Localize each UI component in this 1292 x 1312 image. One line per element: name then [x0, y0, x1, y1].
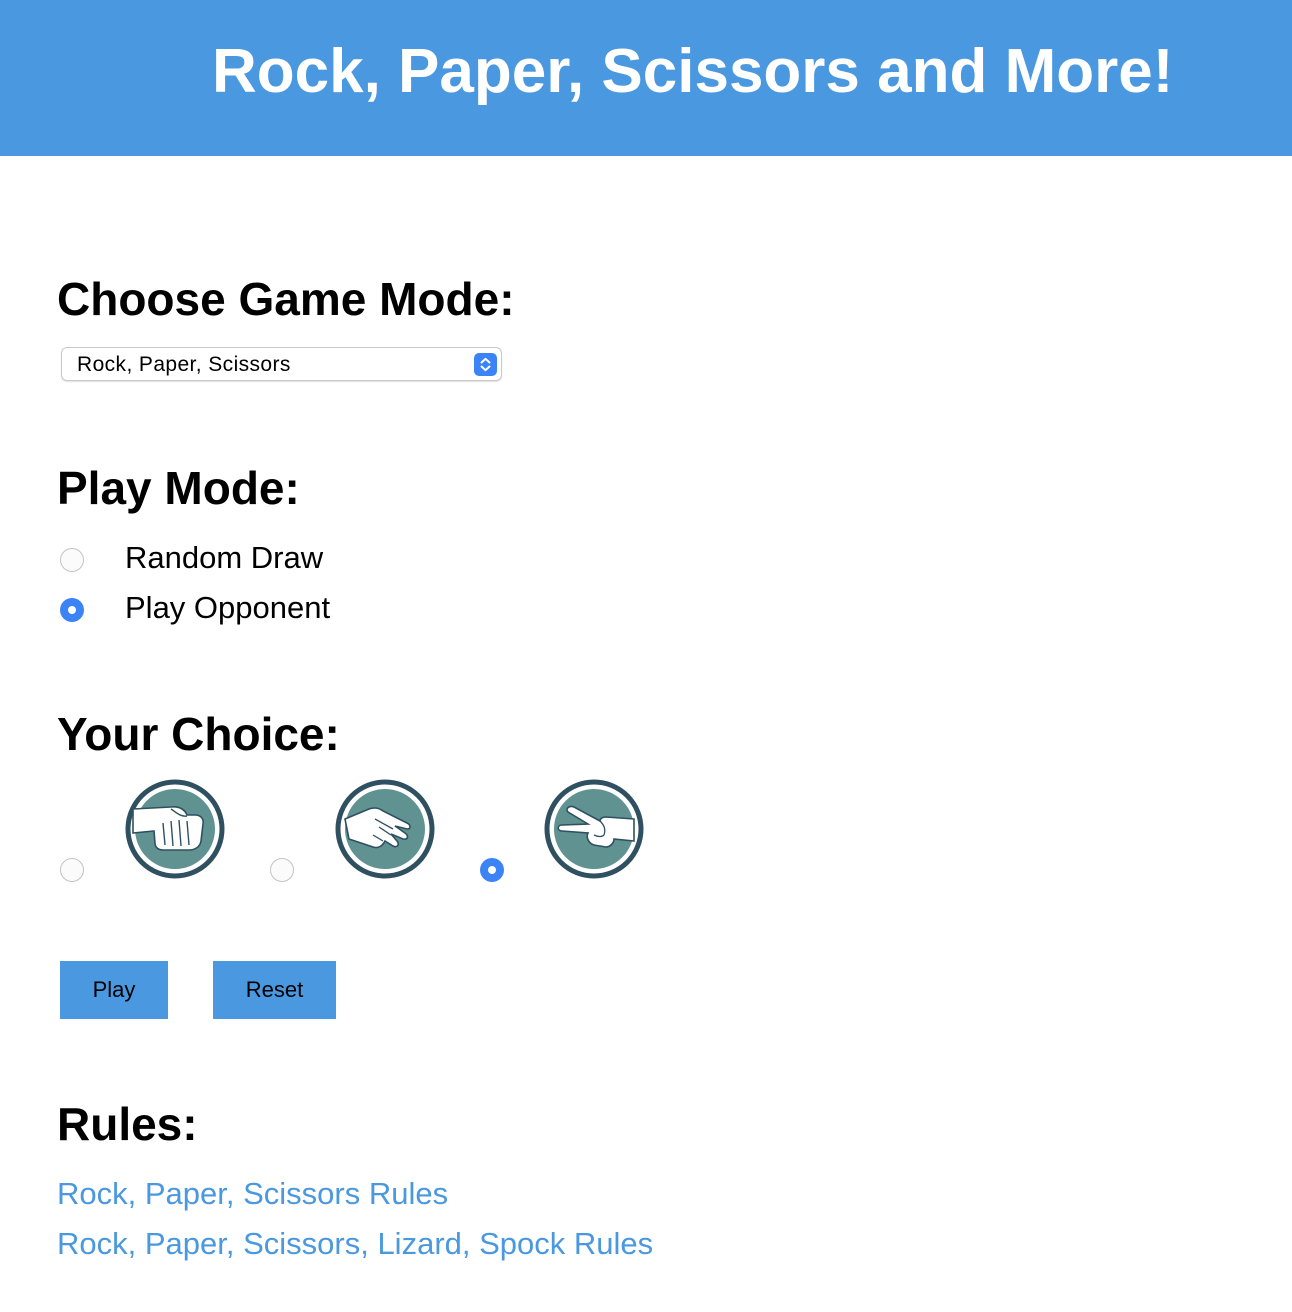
random-draw-label: Random Draw: [125, 540, 324, 575]
rock-choice-radio[interactable]: [60, 858, 84, 882]
play-opponent-radio[interactable]: [60, 598, 84, 622]
play-mode-heading: Play Mode:: [57, 462, 300, 514]
play-button[interactable]: Play: [60, 961, 168, 1019]
chevron-up-down-icon: [474, 353, 497, 376]
page-header: Rock, Paper, Scissors and More!: [0, 0, 1292, 156]
game-mode-selected-value: Rock, Paper, Scissors: [77, 353, 291, 376]
paper-choice-radio[interactable]: [270, 858, 294, 882]
random-draw-radio[interactable]: [60, 548, 84, 572]
paper-hand-icon[interactable]: [335, 779, 435, 879]
scissors-choice-radio[interactable]: [480, 858, 504, 882]
rps-rules-link[interactable]: Rock, Paper, Scissors Rules: [57, 1176, 448, 1212]
rpsls-rules-link[interactable]: Rock, Paper, Scissors, Lizard, Spock Rul…: [57, 1226, 653, 1262]
rules-heading: Rules:: [57, 1098, 198, 1150]
rock-fist-icon[interactable]: [125, 779, 225, 879]
scissors-hand-icon[interactable]: [544, 779, 644, 879]
page-title: Rock, Paper, Scissors and More!: [212, 37, 1174, 106]
game-mode-heading: Choose Game Mode:: [57, 273, 515, 325]
your-choice-heading: Your Choice:: [57, 708, 340, 760]
game-mode-select[interactable]: Rock, Paper, Scissors: [61, 347, 502, 381]
play-opponent-label: Play Opponent: [125, 590, 331, 625]
reset-button[interactable]: Reset: [213, 961, 336, 1019]
